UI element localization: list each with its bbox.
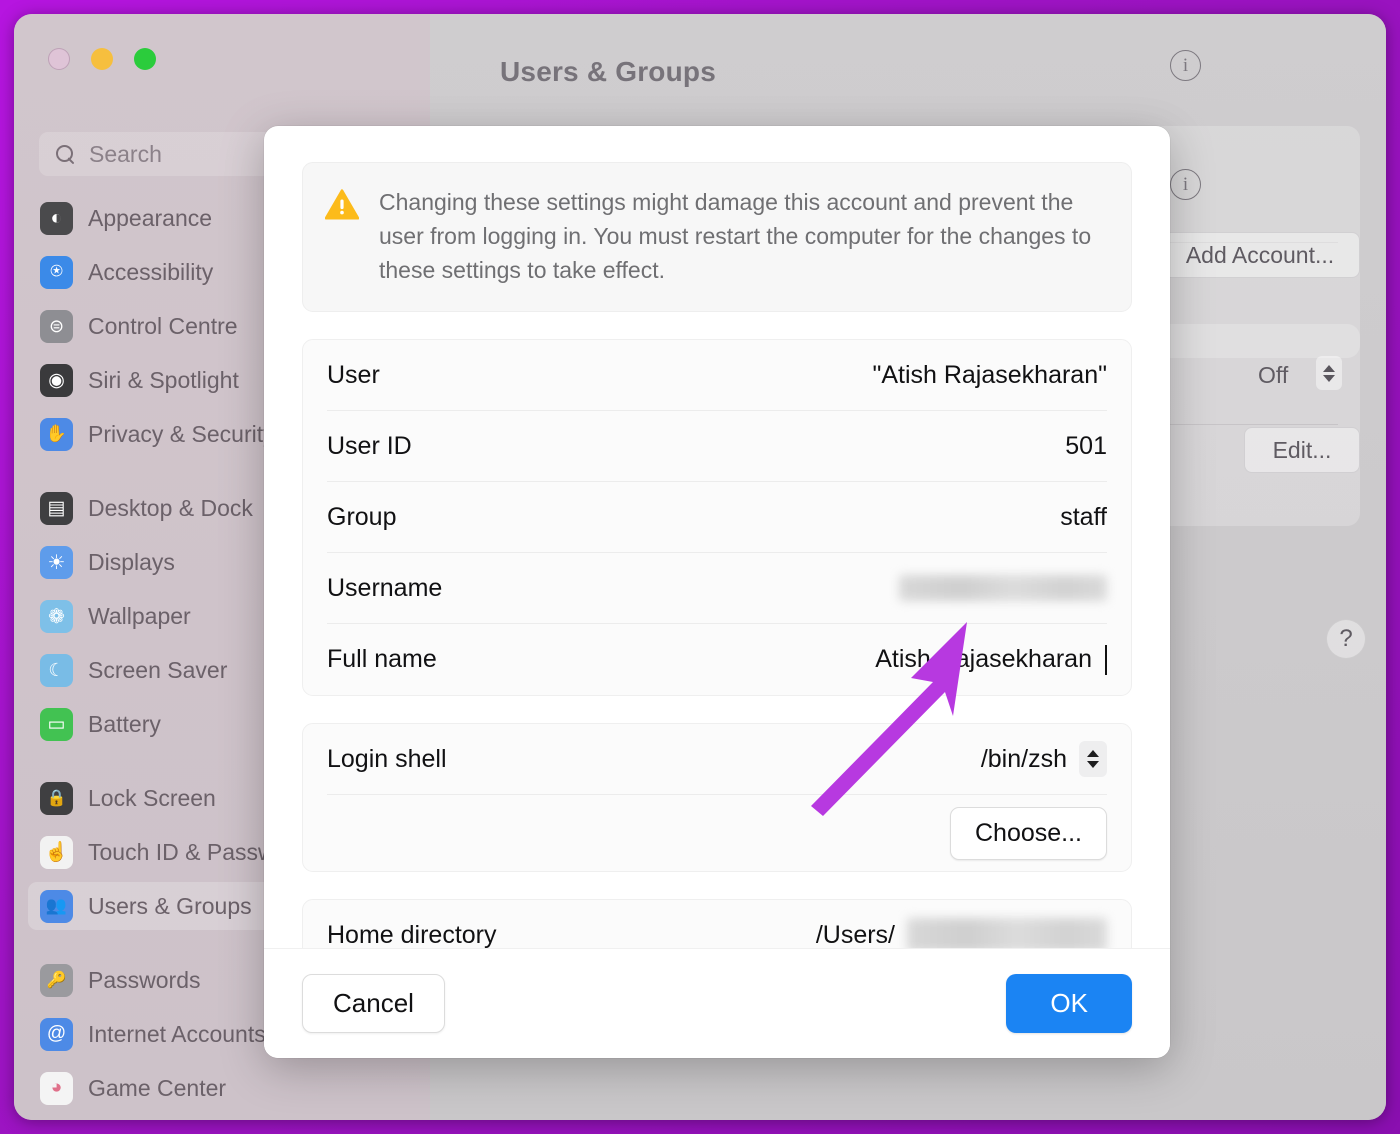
- chevron-down-icon: [1087, 761, 1099, 768]
- sidebar-item-label: Desktop & Dock: [88, 494, 253, 521]
- full-name-input[interactable]: Atish Rajasekharan: [875, 644, 1107, 675]
- displays-icon: ☀: [40, 545, 73, 579]
- full-name-label: Full name: [327, 645, 437, 673]
- login-shell-choose-row: Choose...: [327, 795, 1107, 871]
- chevron-down-icon: [1323, 374, 1335, 382]
- up-down-chevron-icon[interactable]: [1079, 741, 1107, 777]
- login-shell-control[interactable]: /bin/zsh: [981, 741, 1107, 777]
- sidebar-item-label: Wallpaper: [88, 602, 191, 629]
- search-icon: [55, 144, 75, 164]
- add-account-button[interactable]: Add Account...: [1160, 232, 1360, 278]
- home-directory-value: /Users/: [816, 918, 1107, 948]
- dialog-scroll-area: Changing these settings might damage thi…: [264, 126, 1170, 948]
- screenshot-canvas: Search ◐ Appearance ⍟ Accessibility ⊜ Control…: [0, 0, 1400, 1134]
- search-placeholder: Search: [89, 140, 162, 167]
- full-name-value: Atish Rajasekharan: [875, 645, 1092, 673]
- group-label: Group: [327, 502, 397, 531]
- chevron-up-icon: [1323, 364, 1335, 372]
- sidebar-item-label: Battery: [88, 710, 161, 737]
- login-shell-label: Login shell: [327, 744, 447, 773]
- username-row[interactable]: Username: [327, 553, 1107, 624]
- users-groups-icon: 👥: [40, 889, 73, 923]
- login-shell-value: /bin/zsh: [980, 744, 1067, 773]
- sidebar-item-label: Game Center: [88, 1074, 227, 1101]
- sidebar-item-label: Control Centre: [88, 312, 238, 339]
- username-label: Username: [327, 573, 443, 602]
- traffic-light-buttons[interactable]: [48, 48, 156, 70]
- user-row[interactable]: User "Atish Rajasekharan": [327, 340, 1107, 411]
- username-value-redacted: [899, 575, 1107, 601]
- user-label: User: [327, 360, 380, 389]
- ok-button[interactable]: OK: [1006, 974, 1132, 1033]
- wallpaper-icon: ❁: [40, 599, 73, 633]
- passwords-icon: 🔑: [40, 963, 73, 997]
- sidebar-item-label: Siri & Spotlight: [88, 366, 239, 393]
- user-id-row[interactable]: User ID 501: [327, 411, 1107, 482]
- maximize-window-button[interactable]: [134, 48, 156, 70]
- user-value: "Atish Rajasekharan": [872, 360, 1107, 389]
- account-fields-card: User "Atish Rajasekharan" User ID 501 Gr…: [302, 339, 1132, 696]
- user-id-value: 501: [1065, 431, 1107, 460]
- sidebar-item-label: Users & Groups: [88, 892, 252, 919]
- advanced-options-dialog: Changing these settings might damage thi…: [264, 126, 1170, 1058]
- lock-screen-icon: 🔒: [40, 781, 73, 815]
- chevron-up-icon: [1087, 750, 1099, 757]
- sidebar-item-label: Privacy & Security: [88, 420, 275, 447]
- info-icon[interactable]: i: [1170, 50, 1201, 81]
- home-directory-redacted: [907, 918, 1107, 948]
- system-settings-window: Search ◐ Appearance ⍟ Accessibility ⊜ Control…: [14, 14, 1386, 1120]
- appearance-icon: ◐: [40, 201, 73, 235]
- siri-spotlight-icon: ◉: [40, 363, 73, 397]
- home-directory-label: Home directory: [327, 920, 497, 949]
- sidebar-item-label: Lock Screen: [88, 784, 216, 811]
- accessibility-icon: ⍟: [40, 255, 73, 289]
- info-icon[interactable]: i: [1170, 169, 1201, 200]
- sidebar-item-label: Accessibility: [88, 258, 214, 285]
- game-center-icon: ◕: [40, 1071, 73, 1105]
- internet-accounts-icon: @: [40, 1017, 73, 1051]
- sidebar-item-label: Screen Saver: [88, 656, 228, 683]
- page-title: Users & Groups: [500, 56, 716, 87]
- sidebar-item-label: Displays: [88, 548, 175, 575]
- home-directory-prefix: /Users/: [815, 920, 895, 949]
- minimize-window-button[interactable]: [91, 48, 113, 70]
- desktop-dock-icon: ▤: [40, 491, 73, 525]
- home-directory-card: Home directory /Users/ Choose...: [302, 899, 1132, 948]
- up-down-chevron-icon[interactable]: [1316, 356, 1342, 390]
- sidebar-item-label: Appearance: [88, 204, 213, 231]
- sidebar-item-label: Passwords: [88, 966, 201, 993]
- touch-id-icon: ☝: [40, 835, 73, 869]
- group-row[interactable]: Group staff: [327, 482, 1107, 553]
- group-value: staff: [1060, 502, 1107, 531]
- warning-triangle-icon: [324, 189, 360, 225]
- screen-saver-icon: ☾: [40, 653, 73, 687]
- sidebar-item-label: Internet Accounts: [88, 1020, 266, 1047]
- sidebar-item-game-center[interactable]: ◕ Game Center: [28, 1064, 420, 1112]
- control-centre-icon: ⊜: [40, 309, 73, 343]
- login-shell-card: Login shell /bin/zsh Choose...: [302, 723, 1132, 872]
- choose-shell-button[interactable]: Choose...: [949, 806, 1107, 860]
- warning-text: Changing these settings might damage thi…: [379, 189, 1092, 283]
- dialog-footer: Cancel OK: [264, 948, 1170, 1058]
- edit-button[interactable]: Edit...: [1244, 427, 1360, 473]
- close-window-button[interactable]: [48, 48, 70, 70]
- home-directory-row[interactable]: Home directory /Users/: [327, 900, 1107, 948]
- full-name-row[interactable]: Full name Atish Rajasekharan: [327, 624, 1107, 695]
- login-shell-row[interactable]: Login shell /bin/zsh: [327, 724, 1107, 795]
- battery-icon: ▭: [40, 707, 73, 741]
- user-id-label: User ID: [327, 431, 412, 460]
- automatic-login-value: Off: [1258, 362, 1289, 388]
- text-caret: [1105, 644, 1107, 675]
- cancel-button[interactable]: Cancel: [302, 974, 445, 1033]
- warning-banner: Changing these settings might damage thi…: [302, 162, 1132, 312]
- privacy-security-icon: ✋: [40, 417, 73, 451]
- help-button[interactable]: ?: [1326, 619, 1366, 659]
